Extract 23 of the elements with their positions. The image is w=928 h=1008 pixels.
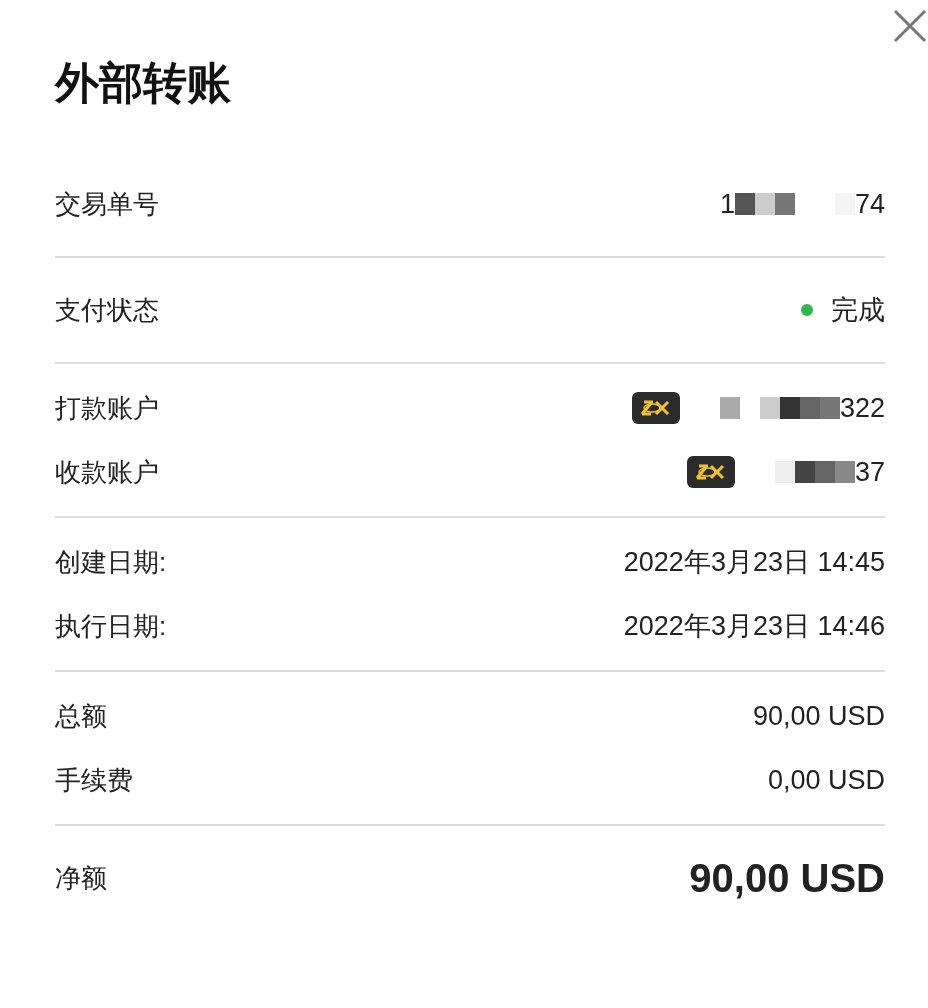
net-amount: 90,00 USD [689,856,885,901]
field-label: 支付状态 [55,293,159,327]
date-value: 2022年3月23日 14:45 [623,546,885,579]
transaction-number: 1 [719,188,735,220]
broker-logo-icon [631,392,680,424]
status-value: 完成 [831,294,885,327]
field-label: 手续费 [55,763,133,797]
date-value: 2022年3月23日 14:46 [623,610,885,643]
dialog-title: 外部转账 [55,57,232,109]
field-label: 净额 [55,862,107,895]
field-label: 创建日期: [55,545,167,579]
field-label: 打款账户 [55,391,159,425]
transaction-number: 74 [854,188,885,220]
field-label: 交易单号 [55,187,159,221]
amount-value: 0,00 USD [767,764,885,796]
amount-value: 90,00 USD [752,700,885,732]
close-icon[interactable] [893,9,927,43]
broker-logo-icon [686,456,735,488]
field-label: 总额 [55,699,107,733]
account-number: 37 [854,456,885,488]
account-number: 322 [839,392,885,424]
field-label: 执行日期: [55,609,167,643]
field-label: 收款账户 [55,455,159,489]
